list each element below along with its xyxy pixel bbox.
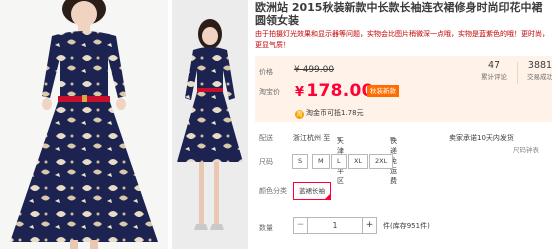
color-label: 颜色分类 <box>259 187 287 195</box>
taobao-coin-info[interactable]: 淘淘金币可抵1.78元 <box>295 108 364 119</box>
color-option-selected[interactable]: 蓝裙长袖 <box>293 182 331 200</box>
quantity-stepper: − 1 + <box>293 217 377 234</box>
size-chart-link[interactable]: 尺码钟表 <box>513 144 539 154</box>
product-title: 欧洲站 2015秋装新款中长款长袖连衣裙修身时尚印花中裙圆领女装 <box>255 1 543 27</box>
chevron-down-icon: ▼ <box>337 136 342 143</box>
quantity-label: 数量 <box>259 224 273 232</box>
coin-icon: 淘 <box>295 110 304 119</box>
promo-price: ¥178.00 <box>295 81 374 101</box>
ship-from: 浙江杭州 至 <box>293 134 331 142</box>
original-price: ¥ 499.00 <box>294 65 335 75</box>
review-count-value: 47 <box>487 60 501 71</box>
shipping-label: 配送 <box>259 134 273 142</box>
promo-price-value: 178.00 <box>306 81 374 101</box>
review-count-label: 累计评论 <box>481 73 507 81</box>
color-option-label: 蓝裙长袖 <box>299 187 325 195</box>
shipping-row: 配送 浙江杭州 至 天津和平区 ▼ 快递 免运费 ▼ 卖家承诺10天内发货 尺码… <box>255 130 552 185</box>
promo-badge: 秋装新款 <box>367 85 399 97</box>
price-label: 价格 <box>259 68 273 76</box>
promo-price-label: 淘宝价 <box>259 88 280 96</box>
price-panel: 价格 ¥ 499.00 淘宝价 ¥178.00 秋装新款 淘淘金币可抵1.78元… <box>255 56 552 122</box>
stock-info: 件(库存951件) <box>383 222 430 230</box>
size-option-xl[interactable]: XL <box>348 154 369 169</box>
sales-count-value: 3881 <box>527 60 552 71</box>
sales-count-label: 交易成功 <box>527 73 552 81</box>
size-label: 尺码 <box>259 158 273 166</box>
sales-count: 3881 交易成功 <box>518 60 552 82</box>
review-count[interactable]: 47 累计评论 <box>472 60 516 82</box>
chevron-down-icon: ▼ <box>390 136 395 143</box>
size-option-2xl[interactable]: 2XL <box>369 154 394 169</box>
coin-text: 淘金币可抵1.78元 <box>306 109 364 117</box>
increase-button[interactable]: + <box>362 218 376 233</box>
product-gallery <box>0 0 248 249</box>
delivery-promise: 卖家承诺10天内发货 <box>449 134 514 142</box>
size-option-m[interactable]: M <box>312 154 330 169</box>
quantity-input[interactable]: 1 <box>309 218 361 233</box>
product-photo <box>0 0 248 249</box>
product-subtitle: 由于拍摄灯光效果和显示器等问题，实物会比图片稍微深一点哦，实物是蓝紫色的哦！更时… <box>255 30 549 49</box>
size-option-s[interactable]: S <box>292 154 309 169</box>
size-option-l[interactable]: L <box>331 154 347 169</box>
decrease-button[interactable]: − <box>294 218 308 233</box>
currency-symbol: ¥ <box>295 85 305 100</box>
product-info: 欧洲站 2015秋装新款中长款长袖连衣裙修身时尚印花中裙圆领女装 由于拍摄灯光效… <box>255 0 552 249</box>
selected-check-icon <box>324 193 331 200</box>
